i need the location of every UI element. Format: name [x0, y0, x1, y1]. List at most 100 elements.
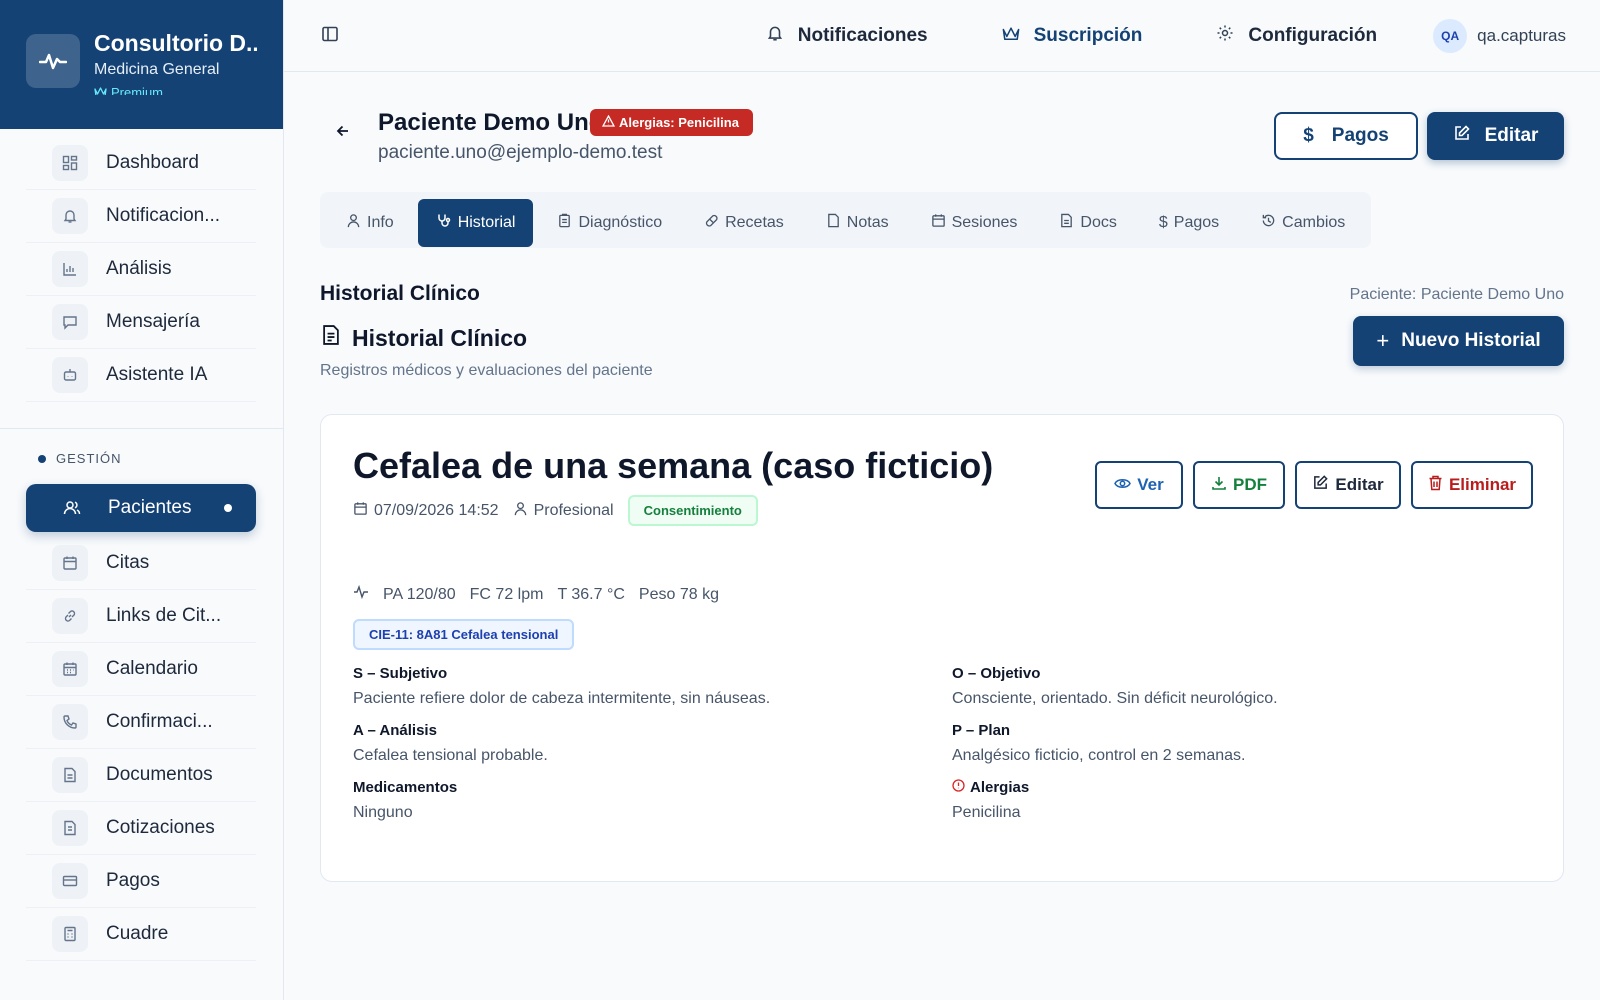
pulse-logo-icon	[26, 34, 80, 88]
vitals-row: PA 120/80 FC 72 lpm T 36.7 °C Peso 78 kg	[353, 584, 719, 604]
document-icon	[1059, 213, 1074, 233]
soap-label: S – Subjetivo	[353, 665, 448, 682]
history-icon	[1261, 213, 1276, 233]
soap-plan: P – Plan Analgésico ficticio, control en…	[952, 722, 1531, 765]
dollar-icon: $	[1158, 214, 1168, 231]
sidebar-nav: Dashboard Notificacion... Análisis Mensa…	[0, 129, 283, 961]
panel-left-icon	[321, 25, 339, 48]
section-header: Historial Clínico Paciente: Paciente Dem…	[320, 264, 1564, 324]
tab-info[interactable]: Info	[328, 199, 412, 247]
credit-card-icon	[52, 863, 88, 899]
delete-label: Eliminar	[1448, 475, 1517, 494]
topbar: Notificaciones Suscripción Configuración…	[284, 0, 1600, 72]
sidebar-item-pagos[interactable]: Pagos	[26, 855, 256, 908]
tab-docs[interactable]: Docs	[1041, 199, 1134, 247]
clipboard-icon	[557, 213, 572, 233]
warning-icon	[601, 114, 616, 130]
edit-icon	[1453, 124, 1471, 148]
message-icon	[52, 304, 88, 340]
main-content: Paciente Demo Uno Alergias: Penicilina p…	[320, 72, 1564, 882]
soap-label: P – Plan	[952, 722, 1011, 739]
plus-icon: +	[1376, 328, 1390, 353]
tab-recetas[interactable]: Recetas	[686, 199, 802, 247]
edit-button-label: Editar	[1484, 125, 1539, 146]
link-icon	[52, 598, 88, 634]
view-label: Ver	[1137, 475, 1164, 494]
sidebar-item-confirmaciones[interactable]: Confirmaci...	[26, 696, 256, 749]
gear-icon	[1216, 24, 1234, 48]
consent-badge: Consentimiento	[627, 495, 758, 526]
sidebar-item-pacientes[interactable]: Pacientes	[26, 484, 256, 532]
sidebar-item-citas[interactable]: Citas	[26, 537, 256, 590]
back-button[interactable]	[326, 116, 360, 150]
pdf-button[interactable]: PDF	[1193, 461, 1285, 509]
user-icon	[346, 213, 361, 233]
sidebar-item-label: Citas	[106, 552, 150, 573]
view-button[interactable]: Ver	[1095, 461, 1183, 509]
professional-label: Profesional	[533, 501, 614, 519]
subscription-link[interactable]: Suscripción	[984, 12, 1161, 60]
notifications-link[interactable]: Notificaciones	[748, 12, 946, 60]
calendar-icon	[353, 501, 368, 521]
patient-name: Paciente Demo Uno	[378, 109, 604, 136]
patient-header: Paciente Demo Uno Alergias: Penicilina p…	[320, 72, 1564, 180]
edit-icon	[1312, 474, 1329, 496]
tab-notas[interactable]: Notas	[808, 199, 907, 247]
tab-label: Recetas	[725, 214, 784, 231]
soap-label: Medicamentos	[353, 779, 458, 796]
soap-analysis: A – Análisis Cefalea tensional probable.	[353, 722, 952, 765]
sidebar-item-label: Pagos	[106, 870, 160, 891]
vital-pa: PA 120/80	[383, 585, 456, 603]
subscription-label: Suscripción	[1033, 25, 1143, 46]
sidebar-item-links-citas[interactable]: Links de Cit...	[26, 590, 256, 643]
edit-patient-button[interactable]: Editar	[1427, 112, 1564, 160]
user-menu[interactable]: QA qa.capturas	[1433, 19, 1566, 53]
pill-icon	[704, 213, 719, 233]
vital-weight: Peso 78 kg	[638, 585, 719, 603]
user-icon	[513, 501, 528, 521]
active-indicator	[224, 504, 232, 512]
document-icon	[52, 757, 88, 793]
new-history-label: Nuevo Historial	[1401, 330, 1541, 351]
tab-cambios[interactable]: Cambios	[1243, 199, 1363, 247]
edit-record-button[interactable]: Editar	[1295, 461, 1401, 509]
calculator-icon	[52, 916, 88, 952]
tab-diagnostico[interactable]: Diagnóstico	[539, 199, 680, 247]
payments-button[interactable]: $ Pagos	[1274, 112, 1418, 160]
bell-icon	[766, 24, 784, 48]
notifications-label: Notificaciones	[797, 25, 928, 46]
new-history-button[interactable]: + Nuevo Historial	[1353, 316, 1564, 366]
sidebar-item-calendario[interactable]: Calendario	[26, 643, 256, 696]
sidebar-toggle-button[interactable]	[312, 20, 348, 52]
sidebar-item-asistente-ia[interactable]: Asistente IA	[26, 349, 256, 402]
allergy-badge: Alergias: Penicilina	[590, 109, 753, 136]
soap-subjective: S – Subjetivo Paciente refiere dolor de …	[353, 665, 952, 708]
sidebar-item-label: Pacientes	[108, 497, 192, 518]
soap-value: Ninguno	[353, 804, 413, 821]
sidebar-item-notificaciones[interactable]: Notificacion...	[26, 190, 256, 243]
sidebar-item-analisis[interactable]: Análisis	[26, 243, 256, 296]
sidebar: Consultorio D... Medicina General Premiu…	[0, 0, 284, 1000]
soap-label: Alergias	[952, 779, 1531, 796]
tab-sesiones[interactable]: Sesiones	[913, 199, 1036, 247]
stethoscope-icon	[436, 213, 452, 234]
sidebar-item-mensajeria[interactable]: Mensajería	[26, 296, 256, 349]
bot-icon	[52, 357, 88, 393]
sidebar-item-dashboard[interactable]: Dashboard	[26, 137, 256, 190]
download-icon	[1211, 475, 1227, 496]
sidebar-item-documentos[interactable]: Documentos	[26, 749, 256, 802]
history-header: Historial Clínico Registros médicos y ev…	[320, 316, 1564, 404]
tab-label: Docs	[1080, 214, 1117, 231]
tab-historial[interactable]: Historial	[417, 199, 534, 247]
sidebar-item-cotizaciones[interactable]: Cotizaciones	[26, 802, 256, 855]
sidebar-item-cuadre[interactable]: Cuadre	[26, 908, 256, 961]
soap-allergies: Alergias Penicilina	[952, 779, 1531, 822]
tab-pagos[interactable]: $ Pagos	[1141, 199, 1237, 247]
tab-label: Info	[367, 214, 394, 231]
username: qa.capturas	[1477, 26, 1566, 45]
quote-icon	[52, 810, 88, 846]
vital-fc: FC 72 lpm	[469, 585, 544, 603]
settings-link[interactable]: Configuración	[1198, 12, 1395, 60]
delete-button[interactable]: Eliminar	[1411, 461, 1533, 509]
sidebar-item-label: Asistente IA	[106, 364, 208, 385]
